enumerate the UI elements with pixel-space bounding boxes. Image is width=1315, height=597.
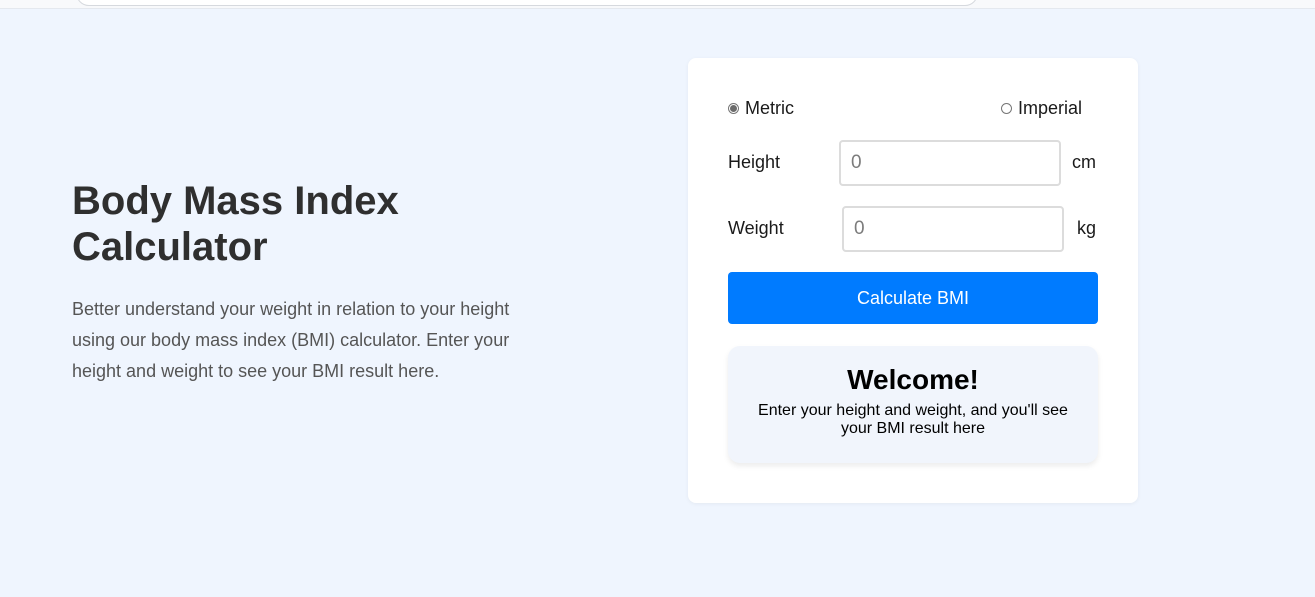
address-bar[interactable] <box>76 0 978 6</box>
weight-label: Weight <box>728 218 784 238</box>
metric-radio-label: Metric <box>745 98 794 118</box>
page-description: Better understand your weight in relatio… <box>72 299 510 381</box>
result-title: Welcome! <box>847 364 979 395</box>
imperial-radio-indicator[interactable] <box>1001 103 1012 114</box>
imperial-radio[interactable]: Imperial <box>1001 98 1082 119</box>
hero-section: Body Mass Index Calculator Better unders… <box>72 178 572 387</box>
result-message: Enter your height and weight, and you'll… <box>758 402 1068 437</box>
weight-unit: kg <box>1077 218 1097 238</box>
metric-radio[interactable]: Metric <box>728 98 794 119</box>
page-title: Body Mass Index Calculator <box>72 179 399 269</box>
browser-top-strip <box>0 0 1315 9</box>
imperial-radio-label: Imperial <box>1018 98 1083 118</box>
height-unit: cm <box>1072 152 1096 172</box>
height-input[interactable] <box>839 140 1061 186</box>
result-panel: Welcome! Enter your height and weight, a… <box>728 346 1098 463</box>
weight-input[interactable] <box>842 206 1064 252</box>
bmi-calculator-card: Metric Imperial Height cm Weight kg Calc… <box>688 58 1138 503</box>
calculate-bmi-button[interactable]: Calculate BMI <box>728 272 1098 324</box>
height-label: Height <box>728 152 781 172</box>
metric-radio-indicator[interactable] <box>728 103 739 114</box>
